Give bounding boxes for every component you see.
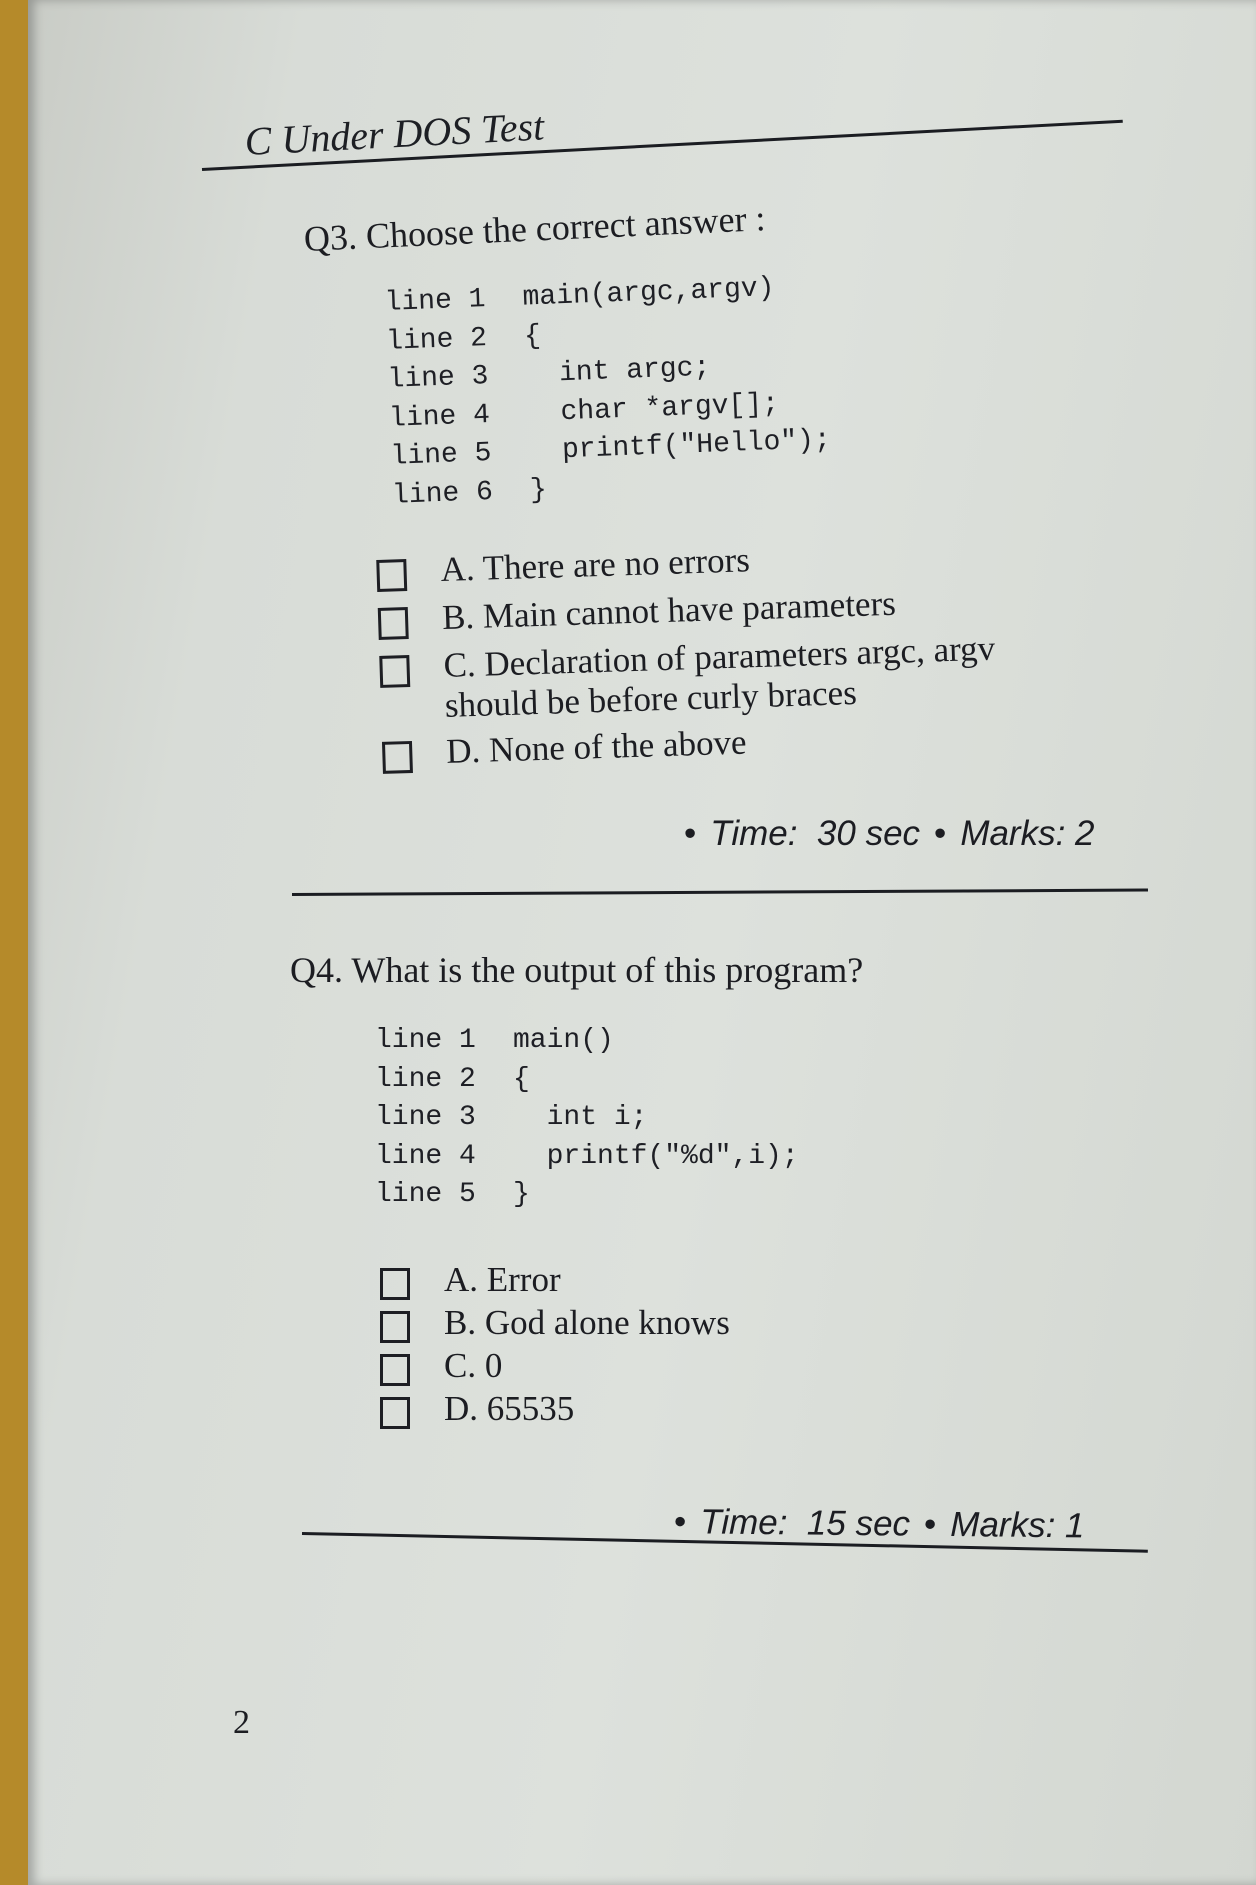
code-line: line 5} bbox=[375, 1179, 530, 1210]
bullet: • bbox=[684, 814, 697, 853]
marks-label: Marks: bbox=[950, 1505, 1056, 1546]
checkbox[interactable] bbox=[380, 1268, 410, 1300]
q4-option-a[interactable]: A. Error bbox=[380, 1260, 730, 1300]
show-through-text bbox=[898, 285, 963, 475]
code-line: line 1 main() bbox=[375, 1025, 614, 1056]
time-value: 30 sec bbox=[816, 814, 921, 853]
q4-question: Q4. What is the output of this program? bbox=[290, 950, 864, 990]
q4-option-d[interactable]: D. 65535 bbox=[380, 1389, 730, 1429]
bullet: • bbox=[673, 1502, 687, 1542]
q3-question: Q3. Choose the correct answer : bbox=[303, 198, 767, 259]
q3-separator-rule bbox=[291, 888, 1148, 896]
code-line: line 3 int i; bbox=[375, 1102, 648, 1133]
marks-value: 1 bbox=[1064, 1506, 1085, 1546]
checkbox[interactable] bbox=[377, 607, 409, 640]
marks-label: Marks: bbox=[960, 814, 1066, 853]
q4-options: A. Error B. God alone knows C. 0 D. 6553… bbox=[380, 1260, 730, 1429]
time-value: 15 sec bbox=[806, 1503, 911, 1544]
q4-time-marks: • Time: 15 sec • Marks: 1 bbox=[660, 1502, 1085, 1546]
checkbox[interactable] bbox=[376, 559, 408, 592]
q4-option-c[interactable]: C. 0 bbox=[380, 1346, 730, 1386]
time-label: Time: bbox=[710, 814, 798, 853]
checkbox[interactable] bbox=[379, 655, 411, 688]
checkbox[interactable] bbox=[380, 1354, 410, 1386]
checkbox[interactable] bbox=[381, 740, 413, 774]
marks-value: 2 bbox=[1075, 814, 1095, 853]
header-title: C Under DOS Test bbox=[243, 103, 546, 165]
q4-code-block: line 1 main() line 2{ line 3 int i; line … bbox=[375, 1022, 799, 1215]
code-line: line 2{ bbox=[375, 1063, 530, 1095]
checkbox[interactable] bbox=[380, 1397, 410, 1429]
q3-options: A. There are no errors B. Main cannot ha… bbox=[376, 533, 998, 774]
time-label: Time: bbox=[700, 1502, 788, 1543]
q3-code-block: line 1 main(argc,argv) line 2{ line 3 int… bbox=[384, 268, 833, 516]
bullet: • bbox=[934, 814, 947, 853]
q3-time-marks: • Time: 30 sec • Marks: 2 bbox=[670, 814, 1095, 854]
checkbox[interactable] bbox=[380, 1311, 410, 1343]
code-line: line 4 printf("%d",i); bbox=[375, 1140, 799, 1172]
page-number: 2 bbox=[233, 1704, 250, 1741]
q4-option-b[interactable]: B. God alone knows bbox=[380, 1303, 730, 1343]
bullet: • bbox=[923, 1504, 937, 1544]
test-page: C Under DOS Test Q3. Choose the correct … bbox=[28, 0, 1256, 1885]
